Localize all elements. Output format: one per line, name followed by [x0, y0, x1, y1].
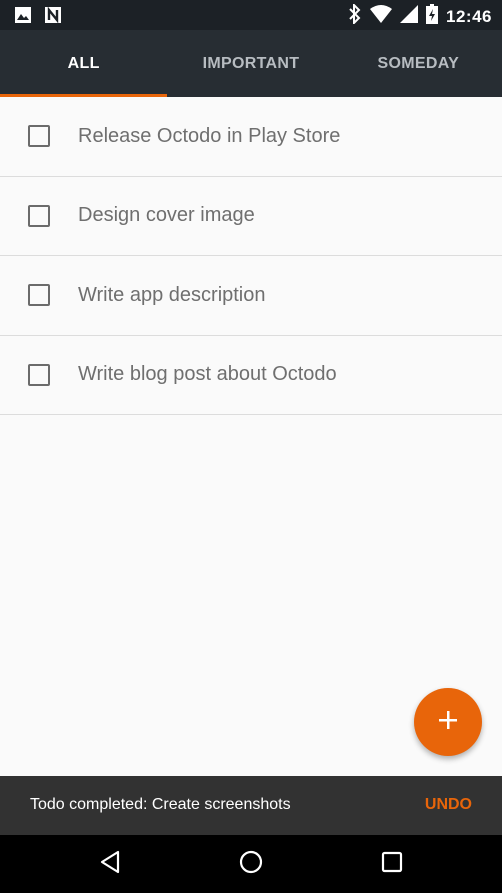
status-time: 12:46 — [446, 6, 492, 26]
recents-icon — [381, 851, 403, 878]
recents-button[interactable] — [377, 849, 407, 879]
tab-bar: ALL IMPORTANT SOMEDAY — [0, 30, 502, 97]
home-icon — [238, 849, 264, 880]
todo-label: Write blog post about Octodo — [78, 363, 337, 386]
todo-label: Release Octodo in Play Store — [78, 124, 341, 147]
app-screen: 12:46 ALL IMPORTANT SOMEDAY Release Octo… — [0, 0, 502, 893]
todo-list: Release Octodo in Play Store Design cove… — [0, 97, 502, 415]
plus-icon — [437, 709, 459, 736]
add-todo-button[interactable] — [414, 688, 482, 756]
todo-checkbox[interactable] — [28, 204, 50, 227]
todo-checkbox[interactable] — [28, 125, 50, 148]
list-item[interactable]: Write app description — [0, 256, 502, 336]
list-item[interactable]: Write blog post about Octodo — [0, 336, 502, 415]
back-button[interactable] — [95, 849, 125, 879]
list-item[interactable]: Design cover image — [0, 177, 502, 256]
n-notification-icon — [44, 6, 62, 29]
battery-icon — [426, 4, 439, 29]
todo-label: Design cover image — [78, 204, 255, 227]
todo-checkbox[interactable] — [28, 363, 50, 386]
nav-bar — [0, 835, 502, 893]
tab-important[interactable]: IMPORTANT — [167, 30, 334, 97]
snackbar-message: Todo completed: Create screenshots — [30, 796, 291, 813]
undo-button[interactable]: UNDO — [425, 796, 472, 814]
image-icon — [14, 6, 32, 29]
todo-checkbox[interactable] — [28, 284, 50, 307]
todo-label: Write app description — [78, 283, 266, 306]
bluetooth-icon — [348, 2, 362, 29]
list-item[interactable]: Release Octodo in Play Store — [0, 97, 502, 177]
home-button[interactable] — [236, 849, 266, 879]
wifi-icon — [370, 5, 393, 28]
tab-someday[interactable]: SOMEDAY — [335, 30, 502, 97]
back-icon — [99, 850, 121, 879]
snackbar: Todo completed: Create screenshots UNDO — [0, 776, 502, 835]
signal-icon — [400, 5, 419, 28]
status-bar: 12:46 — [0, 0, 502, 30]
tab-all[interactable]: ALL — [0, 30, 168, 97]
